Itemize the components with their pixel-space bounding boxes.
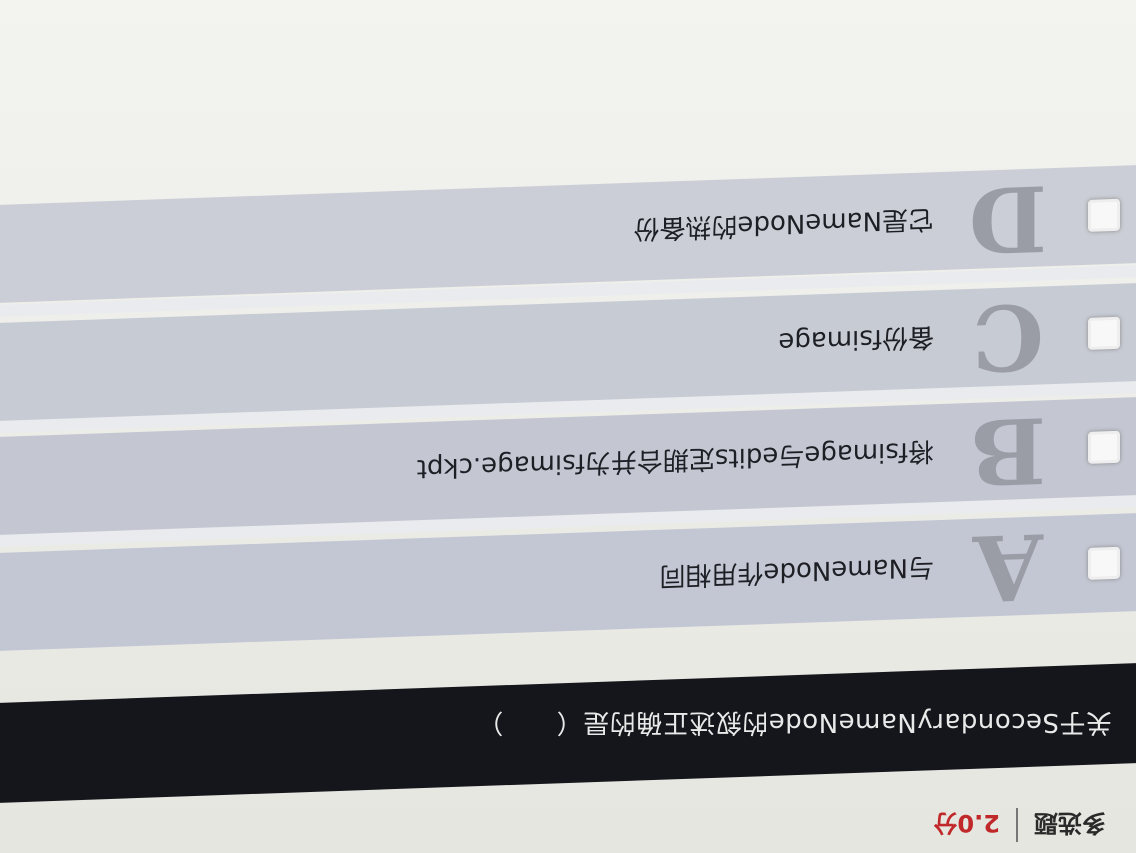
option-letter: C xyxy=(972,282,1044,391)
question-text: 关于SecondaryNameNode的叙述正确的是（ ） xyxy=(476,707,1112,737)
checkbox-icon[interactable] xyxy=(1088,546,1120,580)
header-separator xyxy=(1016,808,1018,843)
option-letter: D xyxy=(968,164,1048,273)
question-type: 多选题 xyxy=(1034,809,1106,837)
quiz-screen: 多选题 2.0分 关于SecondaryNameNode的叙述正确的是（ ） A… xyxy=(0,0,1136,853)
option-text: 它是NameNode的热备份 xyxy=(633,203,934,245)
option-text: 将fsimage与edits定期合并为fsimage.ckpt xyxy=(416,435,934,484)
option-letter: B xyxy=(969,396,1047,505)
checkbox-icon[interactable] xyxy=(1088,198,1120,232)
question-header: 多选题 2.0分 xyxy=(0,798,1116,853)
option-text: 与NameNode作用相同 xyxy=(659,551,934,592)
question-score: 2.0分 xyxy=(933,809,1000,837)
checkbox-icon[interactable] xyxy=(1088,430,1120,464)
option-letter: A xyxy=(973,512,1043,621)
checkbox-icon[interactable] xyxy=(1088,316,1120,350)
option-text: 备份fsimage xyxy=(778,321,934,358)
